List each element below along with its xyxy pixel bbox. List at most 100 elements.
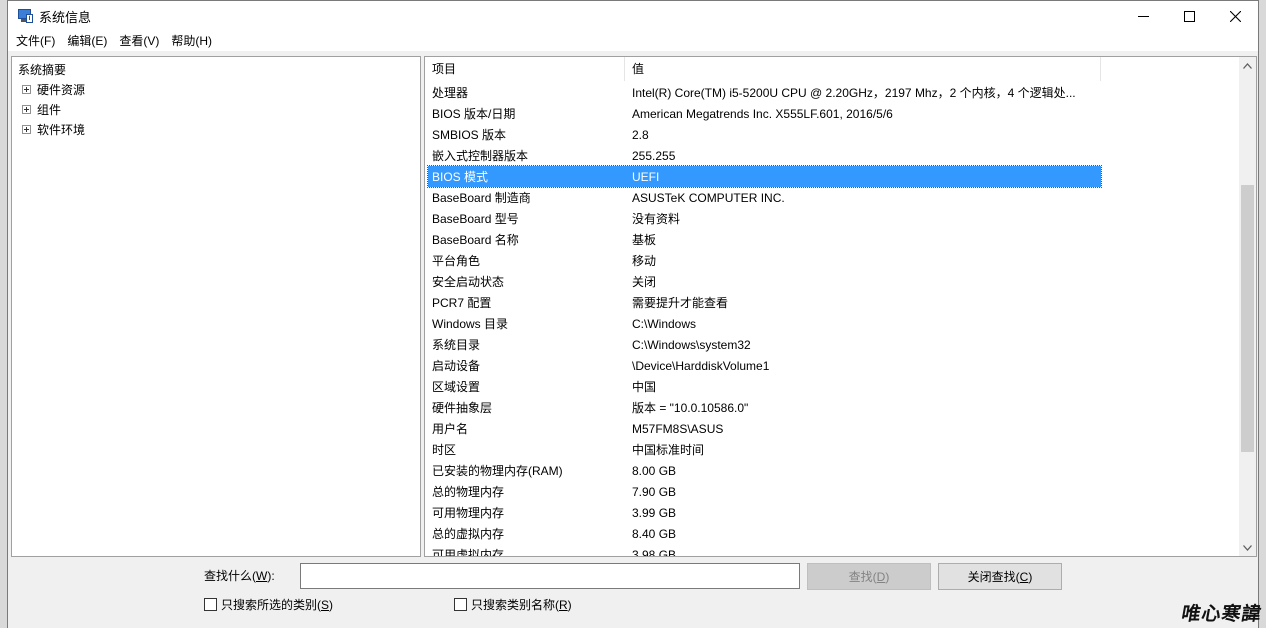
row-item-name: BaseBoard 制造商	[432, 191, 531, 205]
row-item-name: 可用虚拟内存	[432, 548, 505, 557]
table-row[interactable]: BaseBoard 型号 没有资料	[428, 208, 1101, 229]
minimize-icon	[1137, 15, 1149, 17]
table-row[interactable]: 平台角色 移动	[428, 250, 1101, 271]
row-item-name: 启动设备	[432, 359, 481, 373]
scroll-thumb[interactable]	[1241, 185, 1254, 452]
row-item-value: 中国	[632, 380, 657, 394]
tree-item-hardware-resources[interactable]: 硬件资源	[22, 81, 85, 98]
checkbox-label: 只搜索类别名称(R)	[471, 598, 572, 612]
row-item-name: 可用物理内存	[432, 506, 505, 520]
row-item-value: 8.40 GB	[632, 526, 677, 541]
search-selected-category-checkbox[interactable]: 只搜索所选的类别(S)	[204, 596, 333, 613]
tree-item-label: 组件	[37, 103, 62, 117]
row-item-name: 嵌入式控制器版本	[432, 149, 529, 163]
find-panel: 查找什么(W): 查找(D) 关闭查找(C) 只搜索所选的类别(S) 只搜索类别…	[8, 558, 1258, 628]
system-info-app-icon: i	[17, 8, 33, 24]
title-bar[interactable]: i 系统信息	[8, 1, 1258, 31]
tree-item-label: 硬件资源	[37, 83, 86, 97]
tree-item-system-summary[interactable]: 系统摘要	[18, 61, 66, 78]
checkbox-box[interactable]	[204, 598, 217, 611]
search-category-names-checkbox[interactable]: 只搜索类别名称(R)	[454, 596, 572, 613]
vertical-scrollbar[interactable]	[1239, 57, 1256, 556]
row-item-name: 平台角色	[432, 254, 481, 268]
table-row[interactable]: 硬件抽象层 版本 = "10.0.10586.0"	[428, 397, 1101, 418]
row-item-name: 安全启动状态	[432, 275, 505, 289]
row-item-value: 中国标准时间	[632, 443, 705, 457]
table-row[interactable]: 已安装的物理内存(RAM) 8.00 GB	[428, 460, 1101, 481]
table-row[interactable]: 用户名 M57FM8S\ASUS	[428, 418, 1101, 439]
row-item-name: 总的物理内存	[432, 485, 505, 499]
row-item-value: UEFI	[632, 169, 660, 184]
find-what-input[interactable]	[300, 563, 800, 589]
table-row[interactable]: 区域设置 中国	[428, 376, 1101, 397]
row-item-value: 没有资料	[632, 212, 681, 226]
row-item-value: ASUSTeK COMPUTER INC.	[632, 190, 785, 205]
table-row[interactable]: 系统目录 C:\Windows\system32	[428, 334, 1101, 355]
tree-item-components[interactable]: 组件	[22, 101, 61, 118]
maximize-button[interactable]	[1166, 1, 1212, 31]
row-item-value: 需要提升才能查看	[632, 296, 729, 310]
row-item-value: 3.98 GB	[632, 547, 677, 557]
row-item-name: 硬件抽象层	[432, 401, 493, 415]
row-item-name: BIOS 模式	[432, 170, 489, 184]
row-item-name: 区域设置	[432, 380, 481, 394]
column-header-item[interactable]: 项目	[425, 57, 625, 81]
category-tree[interactable]: 系统摘要 硬件资源 组件 软件环境	[11, 56, 421, 557]
row-item-name: 已安装的物理内存(RAM)	[432, 464, 563, 478]
table-row[interactable]: Windows 目录 C:\Windows	[428, 313, 1101, 334]
row-item-name: 处理器	[432, 86, 469, 100]
find-button[interactable]: 查找(D)	[807, 563, 931, 590]
maximize-icon	[1183, 10, 1195, 22]
expand-icon[interactable]	[22, 85, 31, 94]
close-find-button[interactable]: 关闭查找(C)	[938, 563, 1062, 590]
menu-file[interactable]: 文件(F)	[10, 31, 61, 51]
table-row[interactable]: PCR7 配置 需要提升才能查看	[428, 292, 1101, 313]
table-row[interactable]: 可用物理内存 3.99 GB	[428, 502, 1101, 523]
row-item-name: 用户名	[432, 422, 469, 436]
checkbox-box[interactable]	[454, 598, 467, 611]
menu-view[interactable]: 查看(V)	[113, 31, 165, 51]
row-item-value: 2.8	[632, 127, 649, 142]
row-item-value: C:\Windows\system32	[632, 337, 751, 352]
list-rows: 处理器 Intel(R) Core(TM) i5-5200U CPU @ 2.20…	[427, 82, 1102, 557]
scroll-down-button[interactable]	[1239, 539, 1256, 556]
row-item-value: 3.99 GB	[632, 505, 677, 520]
menu-help[interactable]: 帮助(H)	[165, 31, 218, 51]
table-row[interactable]: BaseBoard 制造商 ASUSTeK COMPUTER INC.	[428, 187, 1101, 208]
details-list[interactable]: 项目 值 处理器 Intel(R) Core(TM) i5-5200U CPU @…	[424, 56, 1257, 557]
table-row[interactable]: 时区 中国标准时间	[428, 439, 1101, 460]
row-item-value: 255.255	[632, 148, 676, 163]
table-row[interactable]: SMBIOS 版本 2.8	[428, 124, 1101, 145]
table-row[interactable]: 总的虚拟内存 8.40 GB	[428, 523, 1101, 544]
table-row[interactable]: 安全启动状态 关闭	[428, 271, 1101, 292]
tree-item-software-environment[interactable]: 软件环境	[22, 121, 85, 138]
table-row[interactable]: 总的物理内存 7.90 GB	[428, 481, 1101, 502]
row-item-name: 总的虚拟内存	[432, 527, 505, 541]
row-item-value: 8.00 GB	[632, 463, 677, 478]
close-button[interactable]	[1212, 1, 1258, 31]
table-row[interactable]: 启动设备 \Device\HarddiskVolume1	[428, 355, 1101, 376]
system-info-window: i 系统信息 文件(F) 编辑(E) 查看(V) 帮助(H) 系统摘要 硬件资源	[7, 0, 1259, 628]
table-row[interactable]: 处理器 Intel(R) Core(TM) i5-5200U CPU @ 2.20…	[428, 82, 1101, 103]
table-row[interactable]: BaseBoard 名称 基板	[428, 229, 1101, 250]
row-item-value: 关闭	[632, 275, 657, 289]
row-item-value: C:\Windows	[632, 316, 697, 331]
table-row[interactable]: 可用虚拟内存 3.98 GB	[428, 544, 1101, 557]
menu-edit[interactable]: 编辑(E)	[61, 31, 113, 51]
row-item-value: M57FM8S\ASUS	[632, 421, 724, 436]
tree-item-label: 软件环境	[37, 123, 86, 137]
table-row[interactable]: 嵌入式控制器版本 255.255	[428, 145, 1101, 166]
scroll-up-button[interactable]	[1239, 57, 1256, 74]
expand-icon[interactable]	[22, 105, 31, 114]
column-header-value[interactable]: 值	[625, 57, 1101, 81]
table-row[interactable]: BIOS 模式 UEFI	[427, 165, 1102, 188]
chevron-down-icon	[1243, 544, 1252, 551]
row-item-value: 基板	[632, 233, 657, 247]
table-row[interactable]: BIOS 版本/日期 American Megatrends Inc. X555L…	[428, 103, 1101, 124]
close-icon	[1229, 10, 1241, 22]
list-header: 项目 值	[425, 57, 1101, 81]
row-item-value: 版本 = "10.0.10586.0"	[632, 401, 749, 415]
minimize-button[interactable]	[1120, 1, 1166, 31]
row-item-name: Windows 目录	[432, 317, 509, 331]
expand-icon[interactable]	[22, 125, 31, 134]
